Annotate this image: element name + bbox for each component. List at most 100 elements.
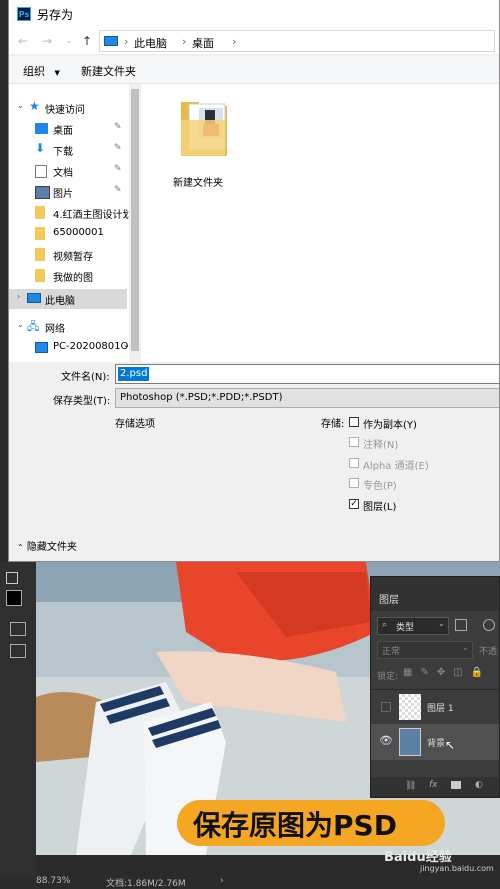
address-bar[interactable]: › 此电脑 › 桌面 › (99, 30, 495, 52)
sidebar-item-pc[interactable]: PC-20200801O ⌄ (9, 338, 129, 358)
save-options-label: 存储选项 (115, 419, 155, 430)
sidebar-scrollbar[interactable] (129, 84, 141, 362)
sidebar-item-label: PC-20200801O (53, 341, 129, 352)
watermark-url: jingyan.baidu.com (420, 864, 494, 873)
pin-icon: ✎ (114, 122, 122, 132)
sidebar-item-this-pc[interactable]: › 此电脑 (9, 289, 127, 309)
sidebar-item-label: 我做的图 (53, 273, 93, 284)
save-as-dialog: Ps 另存为 ← → ⌄ ↑ › 此电脑 › 桌面 › 组织 ▼ 新建文件夹 ⌄… (8, 0, 500, 562)
as-copy-checkbox[interactable] (349, 417, 359, 427)
chevron-down-icon: ⌄ (17, 320, 24, 329)
dialog-toolbar: 组织 ▼ 新建文件夹 (9, 56, 499, 84)
sidebar-item-label: 此电脑 (45, 296, 75, 307)
sidebar-item-folder[interactable]: 65000001 (9, 224, 127, 244)
filename-input[interactable]: 2.psd (115, 364, 499, 384)
blend-mode-select[interactable]: 正常 ⌄ (377, 641, 473, 659)
layer-name: 背景 (427, 739, 446, 749)
this-pc-icon (104, 36, 118, 46)
chevron-down-icon: ⌄ (438, 619, 445, 628)
layer-row[interactable]: 图层 1 (371, 689, 499, 724)
sidebar-item-label: 4.红酒主图设计划 (53, 210, 133, 221)
status-bar: 88.73% 文档:1.86M/2.76M › (0, 876, 500, 889)
default-colors-icon[interactable] (6, 572, 18, 584)
blend-mode-value: 正常 (382, 647, 401, 657)
eye-icon[interactable]: 👁 (379, 734, 393, 747)
recent-dropdown-icon[interactable]: ⌄ (61, 33, 77, 49)
breadcrumb-this-pc[interactable]: 此电脑 (134, 35, 167, 51)
chevron-right-icon[interactable]: › (220, 876, 224, 886)
layer-row-selected[interactable]: 👁 背景 ↖ (371, 724, 499, 760)
picture-icon (35, 186, 50, 199)
quick-mask-icon[interactable] (10, 622, 26, 636)
computer-icon (35, 342, 48, 353)
sidebar-item-label: 快速访问 (45, 105, 85, 116)
breadcrumb-sep-icon: › (124, 35, 129, 48)
visibility-toggle[interactable] (381, 702, 391, 712)
layer-filter-select[interactable]: ⌕ 类型 ⌄ (377, 617, 449, 635)
filename-value: 2.psd (118, 367, 150, 381)
mask-icon[interactable] (451, 781, 461, 789)
photoshop-icon: Ps (17, 7, 31, 21)
breadcrumb-desktop[interactable]: 桌面 (192, 35, 214, 51)
layers-checkbox[interactable]: ✓ (349, 499, 359, 509)
tools-panel (0, 562, 36, 889)
filename-label: 文件名(N): (61, 372, 110, 383)
screen-mode-icon[interactable] (10, 644, 26, 658)
back-arrow-icon[interactable]: ← (15, 33, 31, 49)
sidebar-item-label: 桌面 (53, 126, 73, 137)
save-label: 存储: (321, 419, 345, 430)
desktop-icon (35, 123, 48, 134)
adjustment-icon[interactable]: ◐ (475, 780, 483, 790)
zoom-level[interactable]: 88.73% (36, 876, 70, 886)
sidebar-item-folder[interactable]: 4.红酒主图设计划 (9, 203, 133, 223)
chevron-right-icon: › (17, 292, 21, 301)
folder-item-label: 新建文件夹 (173, 178, 223, 189)
sidebar-item-pictures[interactable]: 图片 ✎ (9, 182, 127, 202)
option-label: 专色(P) (363, 481, 397, 492)
search-icon: ⌕ (382, 620, 388, 630)
dialog-title: 另存为 (37, 8, 74, 22)
filter-kind-label: 类型 (396, 623, 415, 633)
forward-arrow-icon[interactable]: → (39, 33, 55, 49)
sidebar-item-desktop[interactable]: 桌面 ✎ (9, 119, 127, 139)
link-icon[interactable]: ⛓ (405, 781, 416, 791)
spot-checkbox (349, 478, 359, 488)
sidebar-quick-access[interactable]: ⌄ ★ 快速访问 (9, 98, 127, 118)
sidebar-item-network[interactable]: ⌄ 🖧 网络 (9, 317, 127, 337)
hide-folders-button[interactable]: ⌃ 隐藏文件夹 (17, 538, 77, 553)
savetype-label: 保存类型(T): (53, 396, 111, 407)
breadcrumb-sep-icon: › (182, 35, 187, 48)
foreground-color-swatch[interactable] (6, 590, 22, 606)
sidebar-item-documents[interactable]: 文档 ✎ (9, 161, 127, 181)
layers-panel-footer: ⛓ fx ◐ (371, 777, 499, 797)
savetype-select[interactable]: Photoshop (*.PSD;*.PDD;*.PSDT) (115, 388, 499, 408)
sidebar-item-folder[interactable]: 视频暂存 (9, 245, 127, 265)
folder-icon (35, 269, 45, 282)
sidebar-item-folder[interactable]: 我做的图 (9, 266, 127, 286)
caption-text: 保存原图为PSD (193, 809, 397, 842)
scrollbar-thumb[interactable] (131, 89, 139, 351)
chevron-down-icon: ▼ (54, 69, 60, 77)
option-label: 作为副本(Y) (363, 420, 417, 431)
chevron-down-icon: ⌄ (123, 341, 129, 349)
fx-icon[interactable]: fx (429, 780, 438, 790)
savetype-value: Photoshop (*.PSD;*.PDD;*.PSDT) (120, 392, 283, 403)
layers-panel: 图层 ⌕ 类型 ⌄ 正常 ⌄ 不透 锁定: ▦✎✥◫🔒 图层 1 👁 背景 ↖ … (370, 576, 500, 798)
opacity-label: 不透 (479, 647, 498, 657)
chevron-down-icon: ⌄ (462, 643, 469, 652)
up-arrow-icon[interactable]: ↑ (79, 33, 95, 49)
pixel-filter-icon[interactable] (455, 619, 467, 631)
this-pc-icon (27, 293, 41, 303)
layer-name: 图层 1 (427, 704, 454, 714)
layers-tab[interactable]: 图层 (379, 591, 399, 606)
sidebar-item-downloads[interactable]: ⬇ 下载 ✎ (9, 140, 127, 160)
folder-item[interactable] (179, 98, 231, 158)
lock-icons[interactable]: ▦✎✥◫🔒 (403, 667, 491, 678)
adjustment-filter-icon[interactable] (483, 619, 495, 631)
new-folder-button[interactable]: 新建文件夹 (81, 63, 136, 79)
breadcrumb-sep-icon: › (232, 35, 237, 48)
sidebar-item-label: 网络 (45, 324, 65, 335)
organize-button[interactable]: 组织 ▼ (23, 63, 60, 79)
network-icon: 🖧 (27, 320, 40, 333)
folder-icon (35, 227, 45, 240)
